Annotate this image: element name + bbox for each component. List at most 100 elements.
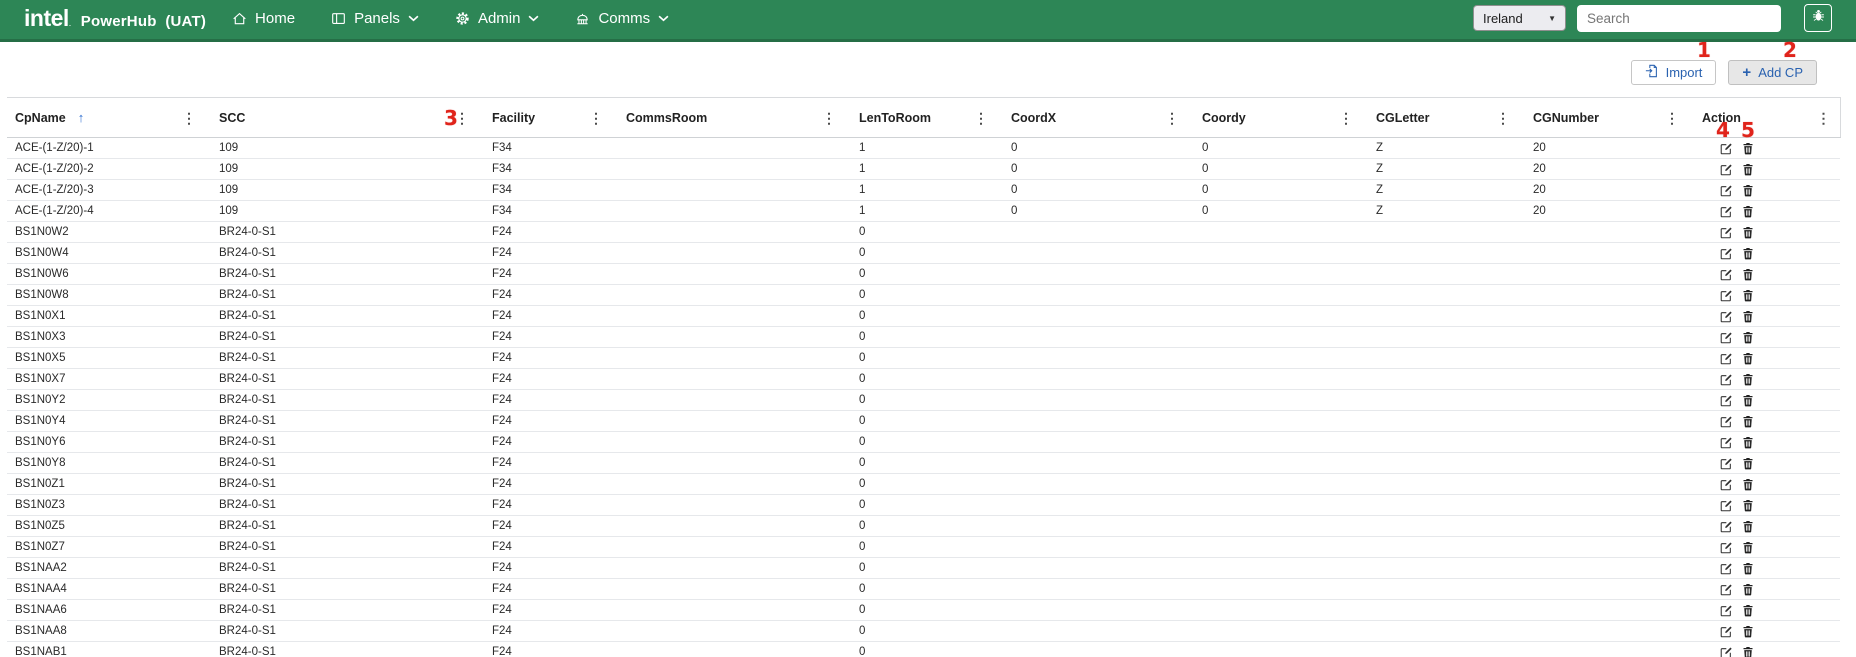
facility-column-menu-icon[interactable]: ⋮	[586, 109, 606, 127]
nav-item-admin[interactable]: Admin	[455, 10, 540, 27]
delete-row-icon[interactable]	[1742, 562, 1754, 575]
edit-row-icon[interactable]	[1720, 142, 1733, 155]
delete-row-icon[interactable]	[1742, 142, 1754, 155]
nav-item-comms[interactable]: Comms	[575, 10, 669, 27]
delete-row-icon[interactable]	[1742, 604, 1754, 617]
column-header-commsroom[interactable]: CommsRoom ⋮	[612, 97, 845, 138]
table-row[interactable]: ACE-(1-Z/20)-3 109 F34 1 0 0 Z 20	[7, 179, 1840, 201]
column-header-coordx[interactable]: CoordX ⋮	[997, 97, 1188, 138]
table-row[interactable]: BS1N0Z3 BR24-0-S1 F24 0	[7, 494, 1840, 516]
delete-row-icon[interactable]	[1742, 583, 1754, 596]
delete-row-icon[interactable]	[1742, 457, 1754, 470]
column-header-lentoroom[interactable]: LenToRoom ⋮	[845, 97, 997, 138]
table-row[interactable]: ACE-(1-Z/20)-2 109 F34 1 0 0 Z 20	[7, 158, 1840, 180]
table-row[interactable]: BS1N0X7 BR24-0-S1 F24 0	[7, 368, 1840, 390]
delete-row-icon[interactable]	[1742, 247, 1754, 260]
delete-row-icon[interactable]	[1742, 331, 1754, 344]
table-row[interactable]: BS1N0X5 BR24-0-S1 F24 0	[7, 347, 1840, 369]
edit-row-icon[interactable]	[1720, 163, 1733, 176]
table-row[interactable]: BS1N0Y6 BR24-0-S1 F24 0	[7, 431, 1840, 453]
edit-row-icon[interactable]	[1720, 352, 1733, 365]
nav-item-home[interactable]: Home	[232, 10, 295, 27]
table-row[interactable]: BS1N0Y4 BR24-0-S1 F24 0	[7, 410, 1840, 432]
column-header-facility[interactable]: Facility ⋮	[478, 97, 612, 138]
table-row[interactable]: BS1N0W6 BR24-0-S1 F24 0	[7, 263, 1840, 285]
delete-row-icon[interactable]	[1742, 499, 1754, 512]
cpname-column-menu-icon[interactable]: ⋮	[179, 109, 199, 127]
delete-row-icon[interactable]	[1742, 373, 1754, 386]
edit-row-icon[interactable]	[1720, 520, 1733, 533]
table-row[interactable]: BS1N0Z7 BR24-0-S1 F24 0	[7, 536, 1840, 558]
import-button[interactable]: Import	[1630, 60, 1717, 85]
table-row[interactable]: BS1NAA2 BR24-0-S1 F24 0	[7, 557, 1840, 579]
edit-row-icon[interactable]	[1720, 226, 1733, 239]
table-row[interactable]: BS1N0X1 BR24-0-S1 F24 0	[7, 305, 1840, 327]
edit-row-icon[interactable]	[1720, 415, 1733, 428]
edit-row-icon[interactable]	[1720, 499, 1733, 512]
edit-row-icon[interactable]	[1720, 268, 1733, 281]
delete-row-icon[interactable]	[1742, 184, 1754, 197]
table-row[interactable]: ACE-(1-Z/20)-1 109 F34 1 0 0 Z 20	[7, 137, 1840, 159]
delete-row-icon[interactable]	[1742, 352, 1754, 365]
table-row[interactable]: BS1N0Z1 BR24-0-S1 F24 0	[7, 473, 1840, 495]
edit-row-icon[interactable]	[1720, 205, 1733, 218]
edit-row-icon[interactable]	[1720, 625, 1733, 638]
delete-row-icon[interactable]	[1742, 268, 1754, 281]
edit-row-icon[interactable]	[1720, 583, 1733, 596]
table-row[interactable]: BS1NAA8 BR24-0-S1 F24 0	[7, 620, 1840, 642]
nav-item-panels[interactable]: Panels	[331, 10, 419, 27]
table-row[interactable]: BS1N0Y8 BR24-0-S1 F24 0	[7, 452, 1840, 474]
column-header-coordy[interactable]: Coordy ⋮	[1188, 97, 1362, 138]
table-row[interactable]: ACE-(1-Z/20)-4 109 F34 1 0 0 Z 20	[7, 200, 1840, 222]
delete-row-icon[interactable]	[1742, 520, 1754, 533]
column-header-cgnumber[interactable]: CGNumber ⋮	[1519, 97, 1688, 138]
add-cp-button[interactable]: + Add CP	[1728, 60, 1817, 85]
column-header-scc[interactable]: SCC ⋮	[205, 97, 478, 138]
table-row[interactable]: BS1N0Y2 BR24-0-S1 F24 0	[7, 389, 1840, 411]
column-header-action[interactable]: Action ⋮	[1688, 97, 1841, 138]
edit-row-icon[interactable]	[1720, 604, 1733, 617]
region-select[interactable]: Ireland ▼	[1473, 5, 1566, 31]
column-header-cgletter[interactable]: CGLetter ⋮	[1362, 97, 1519, 138]
edit-row-icon[interactable]	[1720, 247, 1733, 260]
edit-row-icon[interactable]	[1720, 457, 1733, 470]
coordy-column-menu-icon[interactable]: ⋮	[1336, 109, 1356, 127]
delete-row-icon[interactable]	[1742, 541, 1754, 554]
table-row[interactable]: BS1N0W2 BR24-0-S1 F24 0	[7, 221, 1840, 243]
table-row[interactable]: BS1N0W8 BR24-0-S1 F24 0	[7, 284, 1840, 306]
delete-row-icon[interactable]	[1742, 436, 1754, 449]
bug-report-button[interactable]	[1804, 4, 1832, 32]
coordx-column-menu-icon[interactable]: ⋮	[1162, 109, 1182, 127]
delete-row-icon[interactable]	[1742, 205, 1754, 218]
edit-row-icon[interactable]	[1720, 478, 1733, 491]
edit-row-icon[interactable]	[1720, 562, 1733, 575]
delete-row-icon[interactable]	[1742, 415, 1754, 428]
commsroom-column-menu-icon[interactable]: ⋮	[819, 109, 839, 127]
edit-row-icon[interactable]	[1720, 436, 1733, 449]
table-row[interactable]: BS1NAA6 BR24-0-S1 F24 0	[7, 599, 1840, 621]
edit-row-icon[interactable]	[1720, 289, 1733, 302]
delete-row-icon[interactable]	[1742, 478, 1754, 491]
table-row[interactable]: BS1N0Z5 BR24-0-S1 F24 0	[7, 515, 1840, 537]
delete-row-icon[interactable]	[1742, 625, 1754, 638]
delete-row-icon[interactable]	[1742, 163, 1754, 176]
cgnumber-column-menu-icon[interactable]: ⋮	[1662, 109, 1682, 127]
edit-row-icon[interactable]	[1720, 646, 1733, 657]
delete-row-icon[interactable]	[1742, 394, 1754, 407]
action-column-menu-icon[interactable]: ⋮	[1814, 109, 1834, 127]
delete-row-icon[interactable]	[1742, 226, 1754, 239]
table-row[interactable]: BS1NAA4 BR24-0-S1 F24 0	[7, 578, 1840, 600]
delete-row-icon[interactable]	[1742, 310, 1754, 323]
table-row[interactable]: BS1N0X3 BR24-0-S1 F24 0	[7, 326, 1840, 348]
edit-row-icon[interactable]	[1720, 373, 1733, 386]
edit-row-icon[interactable]	[1720, 394, 1733, 407]
edit-row-icon[interactable]	[1720, 184, 1733, 197]
search-input[interactable]	[1577, 4, 1781, 32]
column-header-cpname[interactable]: CpName ↑ ⋮	[7, 97, 205, 138]
scc-column-menu-icon[interactable]: ⋮	[452, 109, 472, 127]
edit-row-icon[interactable]	[1720, 541, 1733, 554]
cgletter-column-menu-icon[interactable]: ⋮	[1493, 109, 1513, 127]
table-row[interactable]: BS1N0W4 BR24-0-S1 F24 0	[7, 242, 1840, 264]
delete-row-icon[interactable]	[1742, 646, 1754, 657]
table-row[interactable]: BS1NAB1 BR24-0-S1 F24 0	[7, 641, 1840, 657]
